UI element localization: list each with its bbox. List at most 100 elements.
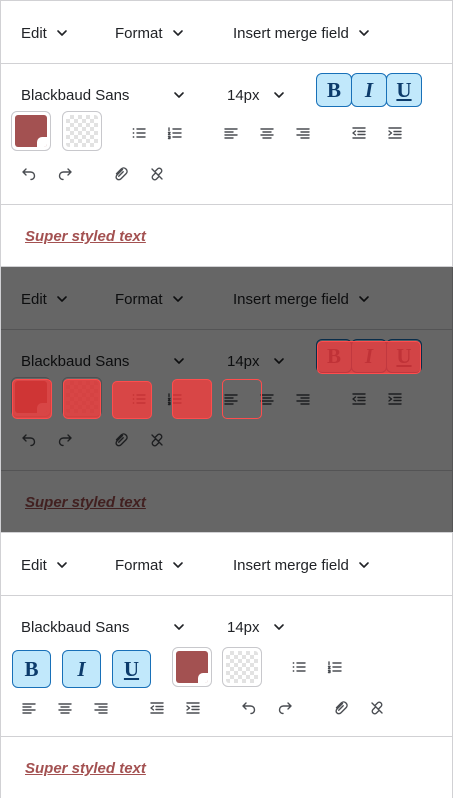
indent-button[interactable] [383, 387, 407, 411]
text-color-picker[interactable] [11, 111, 51, 151]
redo-button[interactable] [53, 428, 77, 452]
font-family-select[interactable]: Blackbaud Sans [21, 351, 191, 371]
font-size-select[interactable]: 14px [227, 617, 289, 637]
edit-menu[interactable]: Edit [21, 289, 68, 309]
background-color-picker[interactable] [62, 377, 102, 417]
underline-button[interactable]: U [112, 650, 151, 688]
font-family-select[interactable]: Blackbaud Sans [21, 617, 191, 637]
undo-button[interactable] [17, 162, 41, 186]
bold-button[interactable]: B [316, 339, 352, 373]
font-family-value: Blackbaud Sans [21, 86, 130, 104]
italic-button[interactable]: I [351, 339, 387, 373]
link-button[interactable] [109, 428, 133, 452]
link-icon [333, 700, 349, 716]
font-size-select[interactable]: 14px [227, 351, 289, 371]
text-color-swatch [15, 381, 47, 413]
numbered-list-button[interactable] [323, 655, 347, 679]
bold-button[interactable]: B [316, 73, 352, 107]
format-menu-label: Format [115, 24, 163, 42]
numbered-list-button[interactable] [163, 121, 187, 145]
editor-content-area[interactable]: Super styled text [1, 738, 452, 798]
editor-toolbar: Blackbaud Sans 14px B I U [1, 597, 452, 737]
font-family-value: Blackbaud Sans [21, 352, 130, 370]
background-color-swatch [66, 115, 98, 147]
italic-button[interactable]: I [351, 73, 387, 107]
font-size-value: 14px [227, 618, 260, 636]
insert-merge-field-menu[interactable]: Insert merge field [233, 289, 370, 309]
chevron-down-icon [273, 621, 285, 633]
undo-button[interactable] [17, 428, 41, 452]
align-right-button[interactable] [291, 121, 315, 145]
chevron-down-icon [172, 559, 184, 571]
redo-icon [277, 700, 293, 716]
edit-menu[interactable]: Edit [21, 555, 68, 575]
unlink-icon [149, 432, 165, 448]
edit-menu-label: Edit [21, 24, 47, 42]
outdent-button[interactable] [145, 696, 169, 720]
format-menu[interactable]: Format [115, 23, 184, 43]
undo-button[interactable] [237, 696, 261, 720]
outdent-icon [351, 391, 367, 407]
edit-menu[interactable]: Edit [21, 23, 68, 43]
align-center-icon [259, 125, 275, 141]
editor-content-area[interactable]: Super styled text [1, 206, 452, 266]
align-left-button[interactable] [219, 121, 243, 145]
underline-button[interactable]: U [386, 339, 422, 373]
chevron-down-icon [358, 27, 370, 39]
redo-button[interactable] [53, 162, 77, 186]
italic-button[interactable]: I [62, 650, 101, 688]
indent-icon [387, 391, 403, 407]
bulleted-list-button[interactable] [127, 121, 151, 145]
numbered-list-button[interactable] [163, 387, 187, 411]
rich-text-editor: Edit Format Insert merge field Blackbaud… [0, 532, 453, 798]
underline-button[interactable]: U [386, 73, 422, 107]
chevron-down-icon [173, 355, 185, 367]
insert-merge-field-menu[interactable]: Insert merge field [233, 23, 370, 43]
indent-button[interactable] [181, 696, 205, 720]
unlink-button[interactable] [145, 428, 169, 452]
outdent-icon [149, 700, 165, 716]
text-color-picker[interactable] [11, 377, 51, 417]
bulleted-list-button[interactable] [287, 655, 311, 679]
outdent-button[interactable] [347, 121, 371, 145]
format-menu[interactable]: Format [115, 555, 184, 575]
link-button[interactable] [329, 696, 353, 720]
chevron-down-icon [173, 89, 185, 101]
menu-bar: Edit Format Insert merge field [1, 267, 452, 330]
align-left-button[interactable] [219, 387, 243, 411]
background-color-swatch [226, 651, 258, 683]
numbered-list-icon [167, 391, 183, 407]
align-right-button[interactable] [291, 387, 315, 411]
font-size-select[interactable]: 14px [227, 85, 289, 105]
indent-button[interactable] [383, 121, 407, 145]
outdent-button[interactable] [347, 387, 371, 411]
format-menu[interactable]: Format [115, 289, 184, 309]
background-color-picker[interactable] [222, 647, 262, 687]
unlink-icon [369, 700, 385, 716]
text-color-picker[interactable] [172, 647, 212, 687]
align-right-button[interactable] [89, 696, 113, 720]
text-color-swatch [176, 651, 208, 683]
align-left-button[interactable] [17, 696, 41, 720]
chevron-down-icon [56, 559, 68, 571]
font-size-value: 14px [227, 352, 260, 370]
align-center-button[interactable] [53, 696, 77, 720]
unlink-button[interactable] [145, 162, 169, 186]
font-family-select[interactable]: Blackbaud Sans [21, 85, 191, 105]
styled-text: Super styled text [25, 228, 146, 245]
numbered-list-icon [327, 659, 343, 675]
unlink-button[interactable] [365, 696, 389, 720]
redo-button[interactable] [273, 696, 297, 720]
link-button[interactable] [109, 162, 133, 186]
insert-merge-field-menu[interactable]: Insert merge field [233, 555, 370, 575]
link-icon [113, 166, 129, 182]
bold-button[interactable]: B [12, 650, 51, 688]
editor-content-area[interactable]: Super styled text [1, 472, 452, 532]
align-center-button[interactable] [255, 121, 279, 145]
bulleted-list-icon [131, 391, 147, 407]
bulleted-list-button[interactable] [127, 387, 151, 411]
format-menu-label: Format [115, 290, 163, 308]
background-color-picker[interactable] [62, 111, 102, 151]
align-center-button[interactable] [255, 387, 279, 411]
rich-text-editor: Edit Format Insert merge field Blackbaud… [0, 266, 453, 533]
